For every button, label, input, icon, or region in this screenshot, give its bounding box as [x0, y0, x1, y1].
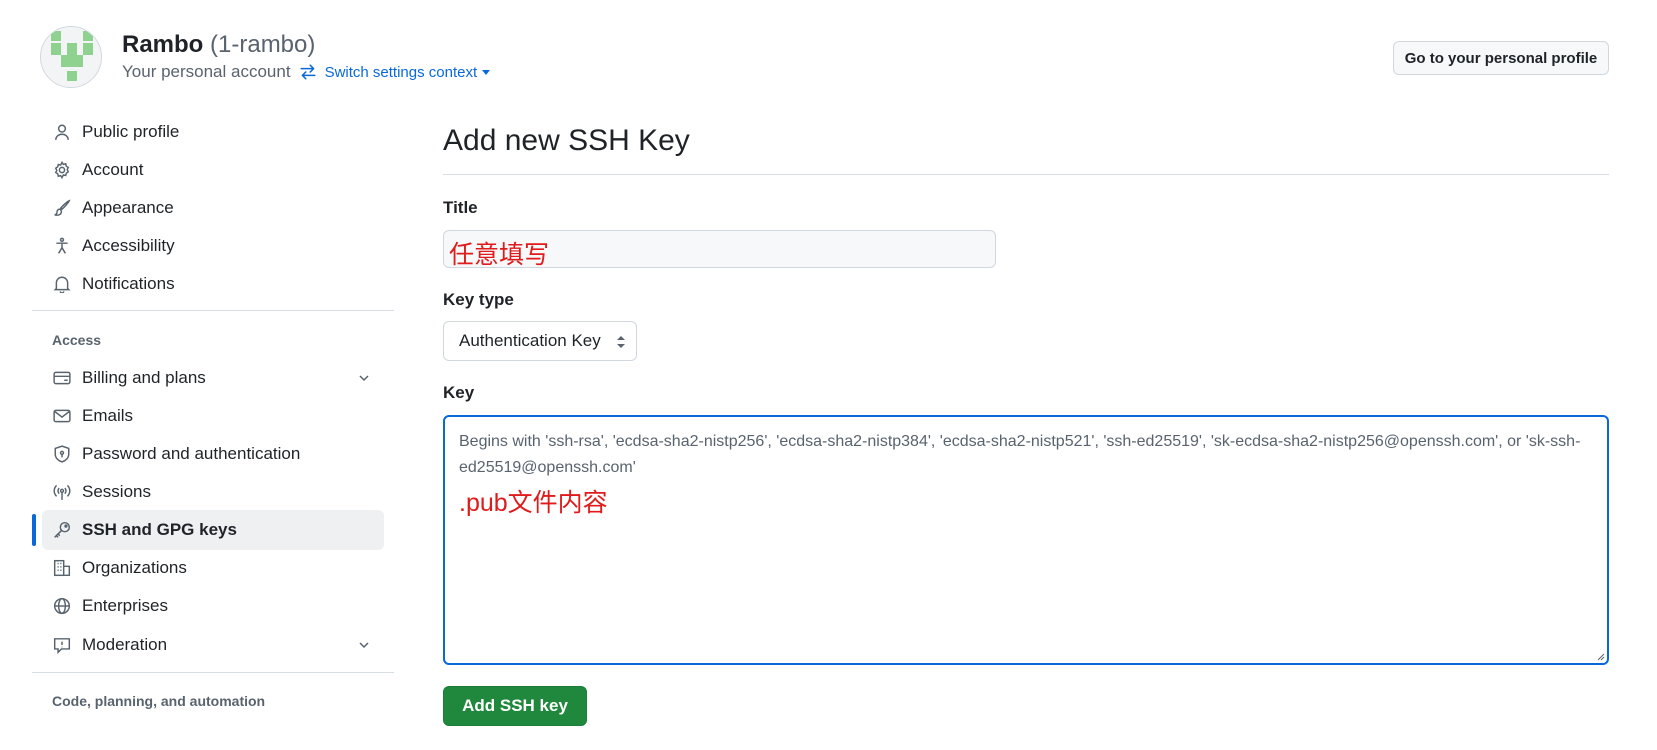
key-type-select[interactable]: Authentication Key — [443, 321, 637, 361]
display-name: Rambo — [122, 31, 204, 58]
organization-icon — [52, 558, 72, 578]
sidebar-item-label: Account — [82, 160, 144, 179]
user-display-name: Rambo (1-rambo) — [122, 31, 315, 59]
sidebar-item-account[interactable]: Account — [42, 150, 384, 190]
sidebar-item-ssh-gpg-keys[interactable]: SSH and GPG keys — [32, 510, 384, 550]
sidebar-item-emails[interactable]: Emails — [42, 396, 384, 436]
title-annotation: 任意填写 — [449, 241, 550, 269]
chevron-down-icon[interactable] — [356, 637, 372, 653]
sidebar-divider — [32, 672, 394, 673]
title-field-label: Title — [443, 198, 478, 217]
sidebar-item-label: SSH and GPG keys — [82, 520, 237, 539]
shield-lock-icon — [52, 444, 72, 464]
title-divider — [443, 174, 1609, 175]
sidebar-item-organizations[interactable]: Organizations — [42, 548, 384, 588]
paintbrush-icon — [52, 198, 72, 218]
section-label-code-planning: Code, planning, and automation — [52, 693, 266, 709]
select-arrows-icon — [617, 336, 625, 348]
sidebar-item-label: Sessions — [82, 482, 151, 501]
page-title: Add new SSH Key — [443, 124, 690, 157]
arrow-switch-icon[interactable] — [299, 63, 317, 81]
sidebar-item-enterprises[interactable]: Enterprises — [42, 586, 384, 626]
sidebar-item-billing[interactable]: Billing and plans — [42, 358, 384, 398]
sidebar-item-notifications[interactable]: Notifications — [42, 264, 384, 304]
key-type-label: Key type — [443, 290, 514, 309]
sidebar-item-label: Accessibility — [82, 236, 175, 255]
key-textarea[interactable]: Begins with 'ssh-rsa', 'ecdsa-sha2-nistp… — [443, 415, 1609, 665]
go-to-profile-button[interactable]: Go to your personal profile — [1393, 41, 1609, 75]
sidebar-item-public-profile[interactable]: Public profile — [42, 112, 384, 152]
gear-icon — [52, 160, 72, 180]
add-ssh-key-button[interactable]: Add SSH key — [443, 686, 587, 726]
sidebar-divider — [32, 310, 394, 311]
sidebar-item-label: Billing and plans — [82, 368, 206, 387]
title-input[interactable]: 任意填写 — [443, 230, 996, 269]
person-icon — [52, 122, 72, 142]
mail-icon — [52, 406, 72, 426]
key-placeholder: Begins with 'ssh-rsa', 'ecdsa-sha2-nistp… — [459, 433, 1581, 476]
sidebar-item-label: Appearance — [82, 198, 174, 217]
bell-icon — [52, 274, 72, 294]
globe-icon — [52, 596, 72, 616]
accessibility-icon — [52, 236, 72, 256]
key-type-value: Authentication Key — [459, 331, 601, 350]
key-field-label: Key — [443, 383, 475, 402]
sidebar-item-label: Public profile — [82, 122, 180, 141]
sidebar-item-label: Notifications — [82, 274, 175, 293]
sidebar-item-moderation[interactable]: Moderation — [42, 625, 384, 665]
sidebar-item-password-auth[interactable]: Password and authentication — [42, 434, 384, 474]
credit-card-icon — [52, 368, 72, 388]
sidebar-item-sessions[interactable]: Sessions — [42, 472, 384, 512]
section-label-access: Access — [52, 332, 102, 348]
sidebar-item-appearance[interactable]: Appearance — [42, 188, 384, 228]
broadcast-icon — [52, 482, 72, 502]
account-context-row: Your personal account Switch settings co… — [122, 62, 491, 82]
caret-down-icon — [482, 69, 491, 75]
sidebar-item-label: Organizations — [82, 558, 187, 577]
sidebar-item-label: Moderation — [82, 635, 168, 654]
key-annotation: .pub文件内容 — [459, 489, 608, 517]
key-icon — [52, 520, 72, 540]
active-indicator — [32, 514, 36, 546]
avatar[interactable] — [40, 26, 102, 88]
sidebar-item-label: Password and authentication — [82, 444, 301, 463]
switch-context-label: Switch settings context — [324, 63, 478, 81]
sidebar-item-accessibility[interactable]: Accessibility — [42, 226, 384, 266]
sidebar-item-label: Emails — [82, 406, 134, 425]
chevron-down-icon[interactable] — [356, 370, 372, 386]
username: (1-rambo) — [210, 31, 316, 58]
switch-settings-context-link[interactable]: Switch settings context — [325, 64, 491, 81]
resize-grip-icon[interactable] — [1595, 651, 1605, 661]
account-subtitle: Your personal account — [122, 62, 291, 81]
sidebar-item-label: Enterprises — [82, 596, 168, 615]
report-icon — [52, 635, 72, 655]
